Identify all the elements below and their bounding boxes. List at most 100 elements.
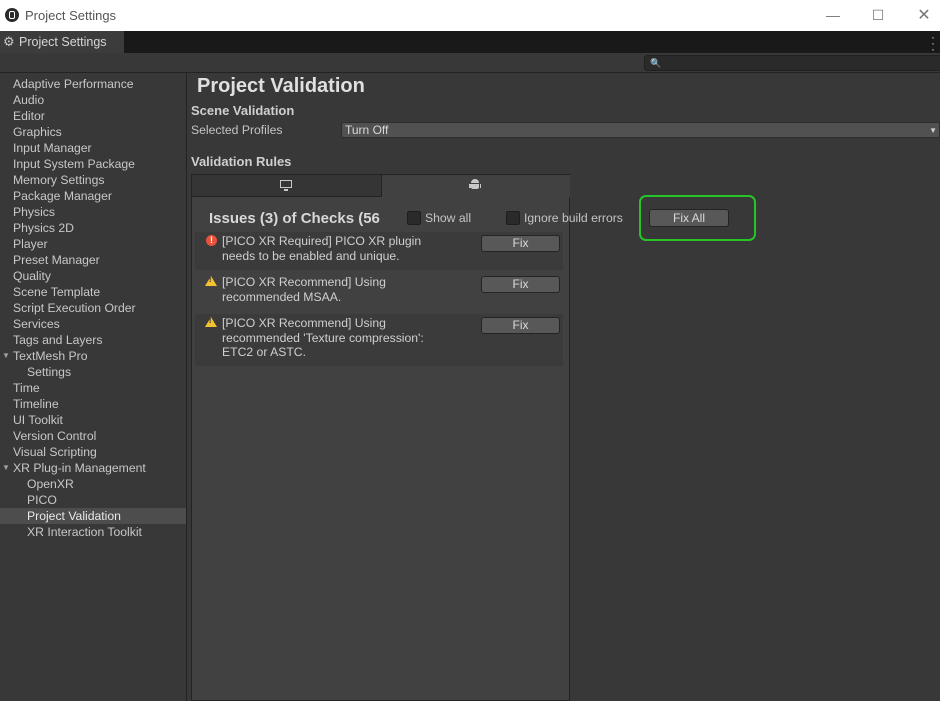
- monitor-icon: [280, 180, 292, 191]
- sidebar-item-label: Adaptive Performance: [13, 77, 134, 91]
- sidebar-item-editor[interactable]: Editor: [0, 108, 186, 124]
- sidebar-item-package-manager[interactable]: Package Manager: [0, 188, 186, 204]
- tab-android[interactable]: [382, 175, 570, 197]
- sidebar-item-memory-settings[interactable]: Memory Settings: [0, 172, 186, 188]
- settings-main-panel: Project Validation Scene Validation Sele…: [187, 73, 940, 701]
- sidebar-item-label: TextMesh Pro: [13, 349, 88, 363]
- sidebar-item-label: Visual Scripting: [13, 445, 97, 459]
- expand-arrow-icon[interactable]: ▼: [2, 348, 10, 364]
- validation-rule-row: [PICO XR Recommend] Using recommended 'T…: [195, 314, 563, 366]
- show-all-checkbox[interactable]: [407, 211, 421, 225]
- sidebar-item-player[interactable]: Player: [0, 236, 186, 252]
- fix-button[interactable]: Fix: [481, 276, 560, 293]
- sidebar-item-graphics[interactable]: Graphics: [0, 124, 186, 140]
- sidebar-item-timeline[interactable]: Timeline: [0, 396, 186, 412]
- search-input[interactable]: 🔍: [644, 55, 940, 71]
- sidebar-item-label: UI Toolkit: [13, 413, 63, 427]
- sidebar-item-visual-scripting[interactable]: Visual Scripting: [0, 444, 186, 460]
- sidebar-item-ui-toolkit[interactable]: UI Toolkit: [0, 412, 186, 428]
- android-icon: [469, 179, 481, 190]
- editor-tab-strip: ⚙ Project Settings · · ·: [0, 31, 940, 55]
- sidebar-item-label: Preset Manager: [13, 253, 100, 267]
- sidebar-item-label: XR Plug-in Management: [13, 461, 146, 475]
- sidebar-item-label: Script Execution Order: [13, 301, 136, 315]
- sidebar-item-time[interactable]: Time: [0, 380, 186, 396]
- validation-rule-row: [PICO XR Recommend] Using recommended MS…: [195, 273, 563, 311]
- validation-rules-panel: Issues (3) of Checks (56 ! [PICO XR Requ…: [191, 174, 570, 701]
- sidebar-item-label: Package Manager: [13, 189, 112, 203]
- warning-icon: [205, 276, 217, 286]
- highlight-outline: [639, 195, 756, 241]
- settings-sidebar: Adaptive Performance Audio Editor Graphi…: [0, 73, 187, 701]
- sidebar-item-audio[interactable]: Audio: [0, 92, 186, 108]
- sidebar-item-project-validation[interactable]: Project Validation: [0, 508, 186, 524]
- sidebar-item-input-system-package[interactable]: Input System Package: [0, 156, 186, 172]
- sidebar-item-xr-plugin-management[interactable]: ▼ XR Plug-in Management: [0, 460, 186, 476]
- fix-button[interactable]: Fix: [481, 235, 560, 252]
- rule-message: [PICO XR Recommend] Using recommended 'T…: [222, 316, 424, 359]
- expand-arrow-icon[interactable]: ▼: [2, 460, 10, 476]
- tab-label: Project Settings: [19, 35, 107, 49]
- ignore-build-errors-checkbox[interactable]: [506, 211, 520, 225]
- close-button[interactable]: ✕: [901, 0, 940, 31]
- sidebar-item-preset-manager[interactable]: Preset Manager: [0, 252, 186, 268]
- sidebar-item-version-control[interactable]: Version Control: [0, 428, 186, 444]
- maximize-button[interactable]: ☐: [855, 0, 901, 31]
- tab-standalone[interactable]: [192, 175, 382, 197]
- window-title-bar: Project Settings — ☐ ✕: [0, 0, 940, 31]
- sidebar-item-label: Input Manager: [13, 141, 92, 155]
- toolbar: 🔍: [0, 53, 940, 73]
- sidebar-item-label: Project Validation: [27, 509, 121, 523]
- sidebar-item-label: Player: [13, 237, 48, 251]
- sidebar-item-label: OpenXR: [27, 477, 74, 491]
- sidebar-item-label: Input System Package: [13, 157, 135, 171]
- sidebar-item-services[interactable]: Services: [0, 316, 186, 332]
- rule-message: [PICO XR Required] PICO XR plugin needs …: [222, 234, 422, 263]
- rule-message: [PICO XR Recommend] Using recommended MS…: [222, 275, 386, 304]
- sidebar-item-textmesh-pro[interactable]: ▼ TextMesh Pro: [0, 348, 186, 364]
- sidebar-item-label: Graphics: [13, 125, 62, 139]
- sidebar-item-script-execution-order[interactable]: Script Execution Order: [0, 300, 186, 316]
- sidebar-item-label: Memory Settings: [13, 173, 105, 187]
- issues-count-title: Issues (3) of Checks (56: [209, 210, 380, 227]
- sidebar-item-label: Version Control: [13, 429, 97, 443]
- sidebar-item-quality[interactable]: Quality: [0, 268, 186, 284]
- sidebar-item-physics-2d[interactable]: Physics 2D: [0, 220, 186, 236]
- scene-validation-heading: Scene Validation: [191, 103, 295, 118]
- sidebar-item-tags-and-layers[interactable]: Tags and Layers: [0, 332, 186, 348]
- ignore-build-errors-label: Ignore build errors: [524, 211, 623, 225]
- validation-rules-heading: Validation Rules: [191, 154, 292, 169]
- warning-icon: [205, 317, 217, 327]
- more-options-icon[interactable]: · · ·: [931, 31, 937, 55]
- sidebar-item-label: Quality: [13, 269, 51, 283]
- chevron-down-icon: ▼: [929, 126, 937, 135]
- error-icon: !: [206, 235, 217, 246]
- sidebar-item-pico[interactable]: PICO: [0, 492, 186, 508]
- page-title: Project Validation: [197, 75, 365, 97]
- fix-button[interactable]: Fix: [481, 317, 560, 334]
- selected-profiles-label: Selected Profiles: [191, 123, 283, 137]
- sidebar-item-textmesh-settings[interactable]: Settings: [0, 364, 186, 380]
- sidebar-item-physics[interactable]: Physics: [0, 204, 186, 220]
- tab-project-settings[interactable]: ⚙ Project Settings: [0, 31, 124, 53]
- selected-profiles-dropdown[interactable]: Turn Off ▼: [341, 122, 940, 138]
- sidebar-item-label: Tags and Layers: [13, 333, 103, 347]
- sidebar-item-label: Timeline: [13, 397, 59, 411]
- sidebar-item-label: Audio: [13, 93, 45, 107]
- sidebar-item-scene-template[interactable]: Scene Template: [0, 284, 186, 300]
- minimize-button[interactable]: —: [810, 0, 856, 31]
- sidebar-item-input-manager[interactable]: Input Manager: [0, 140, 186, 156]
- sidebar-item-openxr[interactable]: OpenXR: [0, 476, 186, 492]
- validation-rule-row: ! [PICO XR Required] PICO XR plugin need…: [195, 232, 563, 270]
- sidebar-item-label: Physics 2D: [13, 221, 74, 235]
- gear-icon: ⚙: [3, 34, 15, 49]
- sidebar-item-label: XR Interaction Toolkit: [27, 525, 142, 539]
- sidebar-item-label: Time: [13, 381, 40, 395]
- sidebar-item-label: Editor: [13, 109, 45, 123]
- sidebar-item-label: Services: [13, 317, 60, 331]
- sidebar-item-adaptive-performance[interactable]: Adaptive Performance: [0, 76, 186, 92]
- show-all-label: Show all: [425, 211, 472, 225]
- unity-logo-icon: [5, 8, 19, 22]
- sidebar-item-label: PICO: [27, 493, 57, 507]
- sidebar-item-xr-interaction-toolkit[interactable]: XR Interaction Toolkit: [0, 524, 186, 540]
